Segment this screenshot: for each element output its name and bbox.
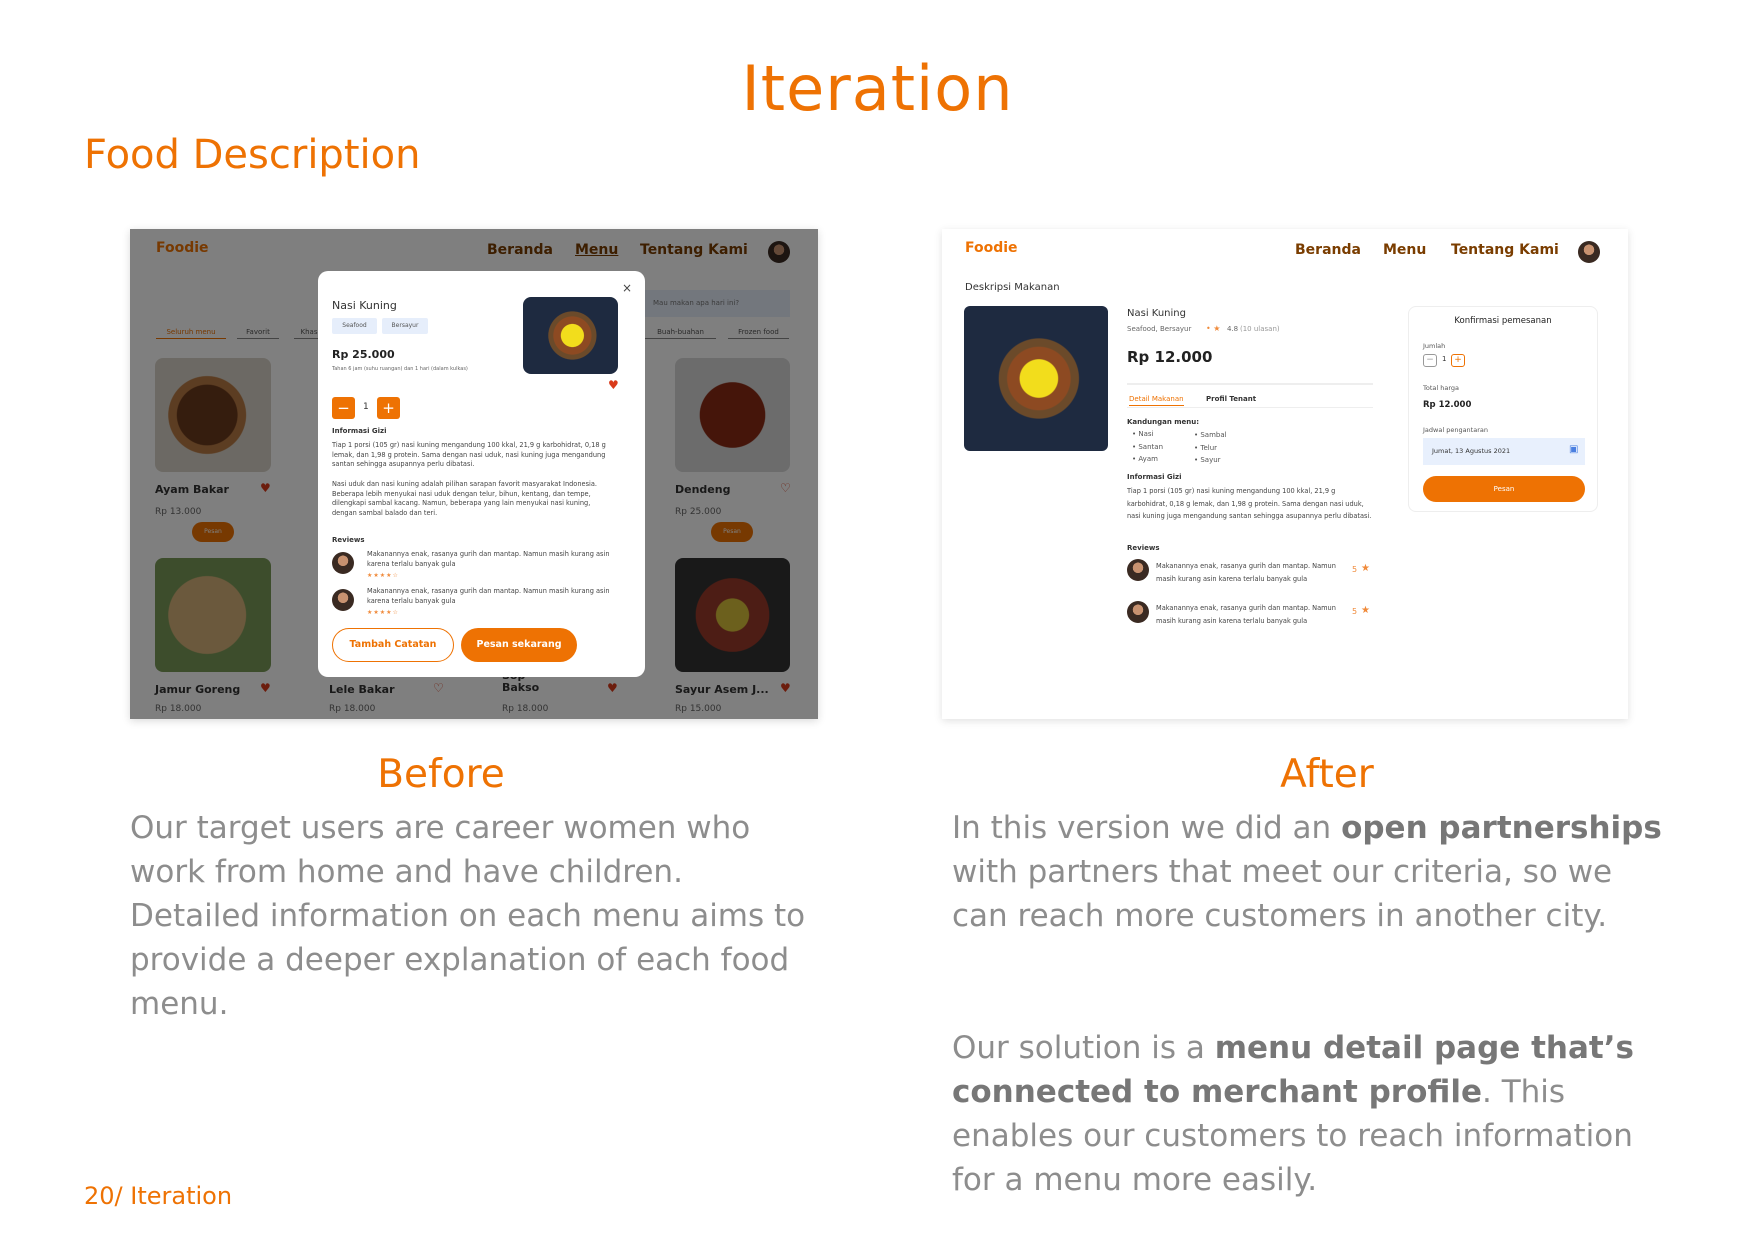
after-description-2: Our solution is a menu detail page that’… [952,1026,1662,1202]
content-label: Sayur [1200,456,1221,464]
review-text: Makanannya enak, rasanya gurih dan manta… [367,587,610,605]
nav-menu[interactable]: Menu [1383,242,1426,258]
star-icon: • ★ [1206,324,1221,333]
nutrition-heading: Informasi Gizi [332,427,387,435]
section-title: Food Description [84,132,421,178]
page-footer: 20/ Iteration [84,1182,233,1210]
order-confirmation-card: Konfirmasi pemesanan Jumlah − 1 + Total … [1408,306,1598,512]
content-item: • Nasi [1132,430,1154,438]
content-item: • Sayur [1194,456,1221,464]
tab-profil-tenant[interactable]: Profil Tenant [1206,395,1256,403]
increase-button[interactable]: + [1451,354,1465,367]
description-text: Nasi uduk dan nasi kuning adalah pilihan… [332,480,597,517]
star-rating: ★★★★☆ [367,572,399,579]
review-count: (10 ulasan) [1240,325,1280,333]
reviewer-avatar [1127,601,1149,623]
quantity-value: 1 [363,402,369,412]
tab-divider [1127,407,1373,408]
order-button[interactable]: Pesan [1423,476,1585,502]
after-label: After [1280,752,1374,797]
schedule-date-input[interactable]: Jumat, 13 Agustus 2021 ▣ [1423,438,1585,465]
schedule-value: Jumat, 13 Agustus 2021 [1432,447,1511,455]
reviews-heading: Reviews [332,536,365,544]
calendar-icon[interactable]: ▣ [1569,444,1578,455]
decrease-button[interactable]: − [1423,354,1437,367]
reviewer-avatar [1127,559,1149,581]
nav-tentang-kami[interactable]: Tentang Kami [1451,242,1559,258]
page-heading: Deskripsi Makanan [965,282,1060,293]
tag: Seafood [332,318,377,334]
content-label: Santan [1138,443,1163,451]
divider [1127,383,1373,385]
content-item: • Ayam [1132,455,1158,463]
total-label: Total harga [1423,384,1460,392]
content-item: • Sambal [1194,431,1227,439]
before-mockup: Foodie Beranda Menu Tentang Kami Mau mak… [130,229,818,719]
page-title: Iteration [741,52,1014,125]
quantity-label: Jumlah [1423,342,1446,350]
modal-price: Rp 25.000 [332,348,395,361]
nutrition-text: Tiap 1 porsi (105 gr) nasi kuning mengan… [332,441,606,469]
increase-button[interactable]: + [377,397,400,419]
tab-detail-makanan[interactable]: Detail Makanan [1129,395,1184,406]
schedule-label: Jadwal pengantaran [1423,426,1488,434]
food-price: Rp 12.000 [1127,348,1213,366]
shelf-life: Tahan 6 jam (suhu ruangan) dan 1 hari (d… [332,366,468,372]
review-rating: 5 [1352,607,1358,616]
food-image [964,306,1108,451]
logo: Foodie [965,240,1018,256]
food-name: Nasi Kuning [1127,308,1186,319]
tag: Bersayur [382,318,428,334]
reviews-heading: Reviews [1127,544,1160,552]
before-description: Our target users are career women who wo… [130,810,806,1022]
star-icon: ★ [1361,605,1370,616]
star-icon: ★ [1361,563,1370,574]
text: Our solution is a [952,1030,1215,1066]
food-image [523,297,618,374]
content-item: • Telur [1194,444,1218,452]
order-now-button[interactable]: Pesan sekarang [461,628,577,662]
modal-title: Nasi Kuning [332,299,397,312]
before-label: Before [377,752,505,797]
after-mockup: Foodie Beranda Menu Tentang Kami Deskrip… [942,229,1628,719]
star-rating: ★★★★☆ [367,609,399,616]
add-note-button[interactable]: Tambah Catatan [332,628,454,662]
emphasis: open partnerships [1341,810,1662,846]
total-value: Rp 12.000 [1423,400,1472,410]
order-title: Konfirmasi pemesanan [1454,316,1552,326]
food-categories: Seafood, Bersayur [1127,325,1192,333]
content-label: Ayam [1138,455,1158,463]
decrease-button[interactable]: − [332,397,355,419]
nutrition-heading: Informasi Gizi [1127,473,1182,481]
rating-value: 4.8 [1227,325,1239,333]
quantity-value: 1 [1442,355,1447,363]
nav-beranda[interactable]: Beranda [1295,242,1361,258]
heart-filled-icon[interactable]: ♥ [608,378,619,392]
review-text: Makanannya enak, rasanya gurih dan manta… [367,550,610,568]
review-rating: 5 [1352,565,1358,574]
avatar[interactable] [1578,241,1600,263]
text: In this version we did an [952,810,1342,846]
content-label: Telur [1200,444,1218,452]
content-label: Nasi [1138,430,1154,438]
reviewer-avatar [332,589,354,611]
content-label: Sambal [1200,431,1227,439]
review-text: Makanannya enak, rasanya gurih dan manta… [1156,604,1336,625]
nutrition-text: Tiap 1 porsi (105 gr) nasi kuning mengan… [1127,487,1372,520]
review-text: Makanannya enak, rasanya gurih dan manta… [1156,562,1336,583]
after-description-1: In this version we did an open partnersh… [952,806,1662,938]
content-item: • Santan [1132,443,1163,451]
close-icon[interactable]: × [622,281,632,295]
contents-heading: Kandungan menu: [1127,418,1200,426]
reviewer-avatar [332,552,354,574]
food-detail-modal: × Nasi Kuning Seafood Bersayur Rp 25.000… [318,271,645,677]
text: with partners that meet our criteria, so… [952,854,1613,934]
